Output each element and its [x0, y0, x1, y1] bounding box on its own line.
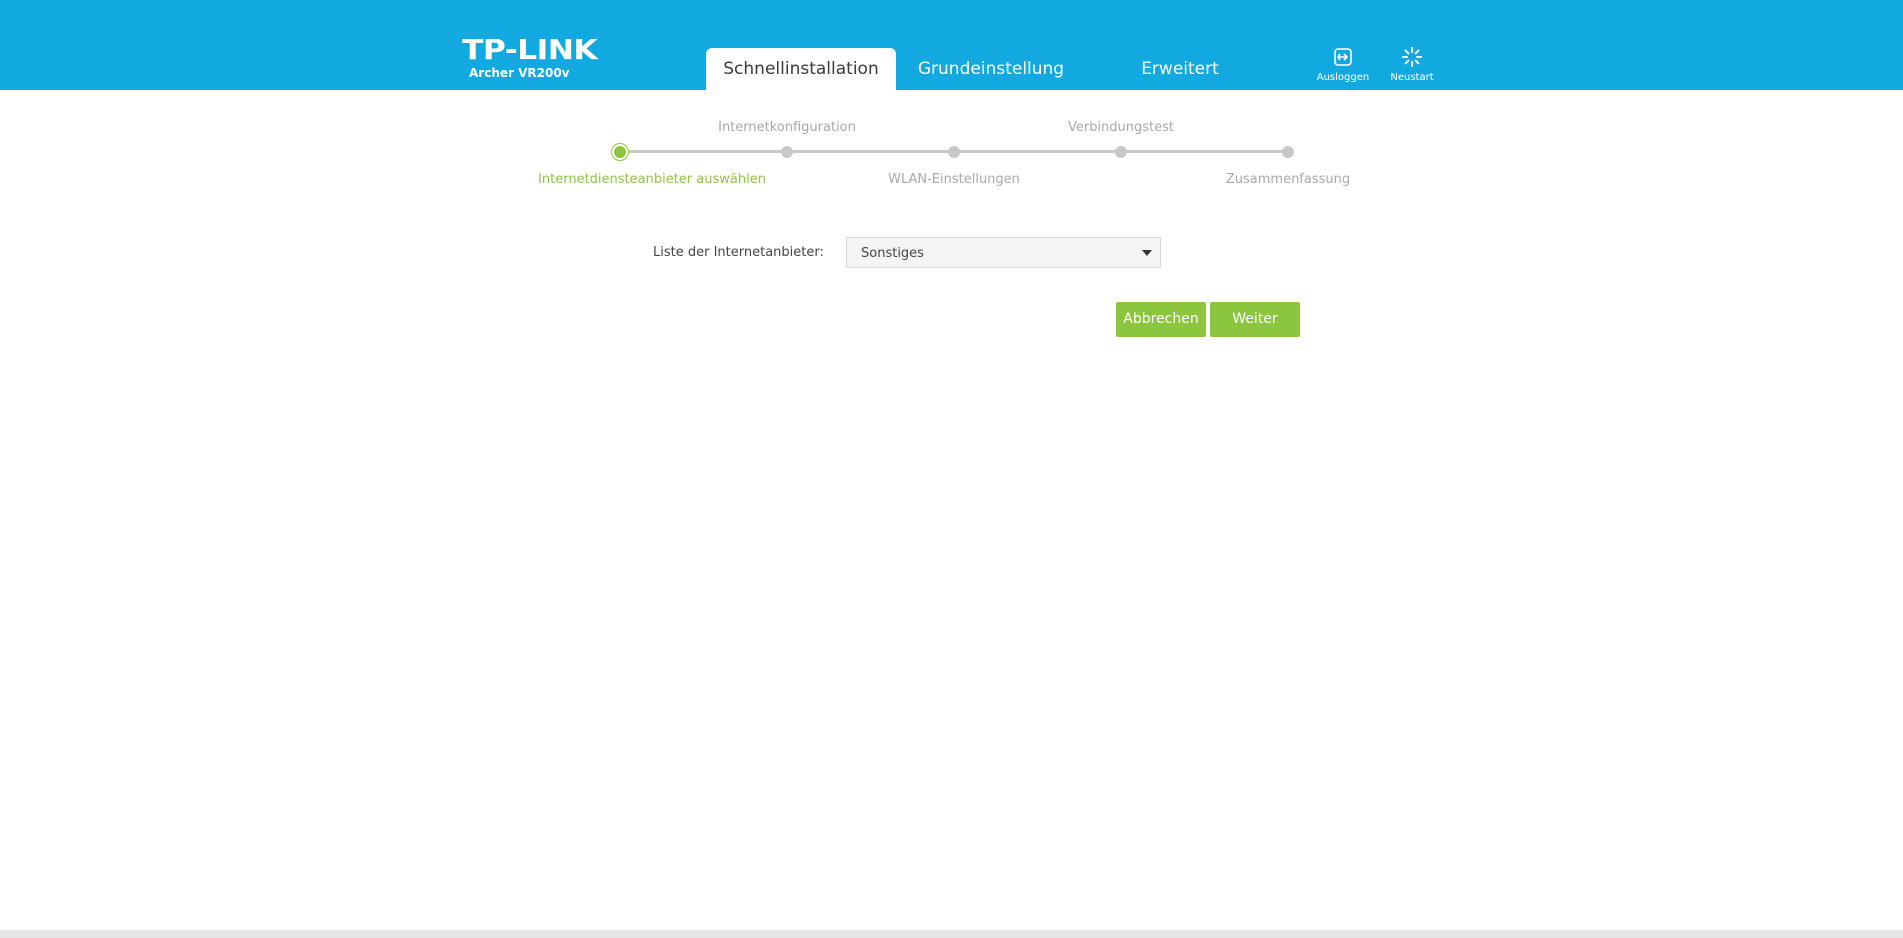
tab-quick-setup[interactable]: Schnellinstallation: [706, 48, 896, 90]
isp-select-value: Sonstiges: [861, 246, 924, 261]
step-dot-1: [614, 146, 626, 158]
step-dot-2: [781, 146, 793, 158]
step-dot-4: [1115, 146, 1127, 158]
step-label-connection-test: Verbindungstest: [1067, 120, 1175, 135]
header-bar: TP-LINK Archer VR200v Schnellinstallatio…: [0, 0, 1903, 90]
logout-icon: [1310, 46, 1376, 68]
model-name: Archer VR200v: [469, 66, 570, 80]
next-button[interactable]: Weiter: [1210, 302, 1300, 337]
reboot-label: Neustart: [1390, 72, 1434, 83]
step-dot-5: [1282, 146, 1294, 158]
isp-select[interactable]: Sonstiges: [846, 237, 1161, 268]
step-label-isp: Internetdiensteanbieter auswählen: [538, 172, 766, 187]
reboot-button[interactable]: Neustart: [1379, 46, 1445, 83]
tab-advanced[interactable]: Erweitert: [1105, 48, 1255, 90]
isp-list-label: Liste der Internetanbieter:: [653, 245, 824, 260]
step-label-wlan: WLAN-Einstellungen: [888, 172, 1020, 187]
cancel-button[interactable]: Abbrechen: [1116, 302, 1206, 337]
step-dot-3: [948, 146, 960, 158]
step-label-internet-config: Internetkonfiguration: [718, 120, 856, 135]
logout-button[interactable]: Ausloggen: [1310, 46, 1376, 83]
logout-label: Ausloggen: [1316, 72, 1370, 83]
footer-bar: [0, 930, 1903, 938]
tab-basic[interactable]: Grundeinstellung: [905, 48, 1077, 90]
chevron-down-icon: [1142, 250, 1152, 256]
tp-link-logo: TP-LINK: [462, 33, 598, 66]
page: TP-LINK Archer VR200v Schnellinstallatio…: [0, 0, 1903, 938]
step-label-summary: Zusammenfassung: [1225, 172, 1351, 187]
reboot-icon: [1379, 46, 1445, 68]
